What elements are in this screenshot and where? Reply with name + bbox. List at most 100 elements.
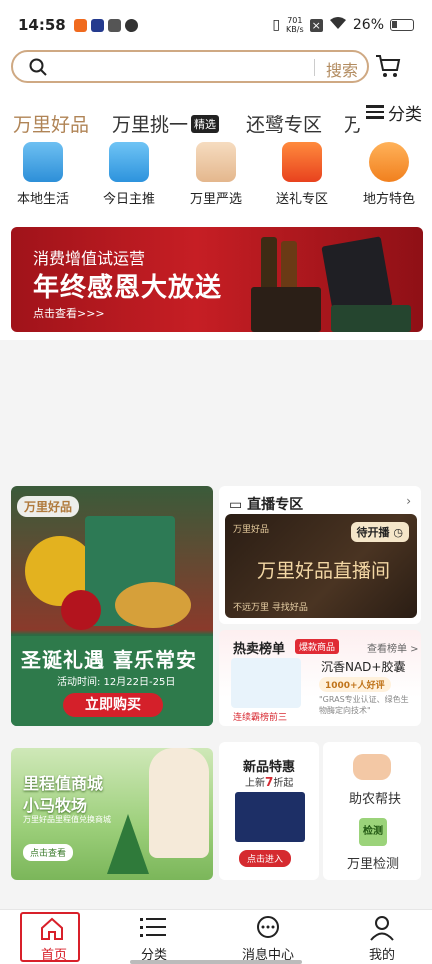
banner-link: 点击查看>>> bbox=[33, 307, 105, 320]
buy-now-button[interactable]: 立即购买 bbox=[63, 693, 163, 717]
category-local-life[interactable]: 本地生活 bbox=[0, 140, 86, 207]
tab-hailu-zone[interactable]: 还鹭专区 bbox=[246, 110, 322, 137]
new-products-title: 新品特惠 bbox=[243, 760, 296, 775]
live-preview[interactable]: 万里好品 待开播 ◷ 万里好品直播间 不远万里 寻找好品 bbox=[225, 514, 417, 618]
apple-image bbox=[61, 590, 101, 630]
hot-tag: 爆款商品 bbox=[295, 639, 340, 654]
product-image bbox=[235, 792, 305, 842]
chat-icon bbox=[257, 916, 279, 938]
nav-profile[interactable]: 我的 bbox=[328, 910, 432, 964]
nav-category[interactable]: 分类 bbox=[100, 910, 208, 964]
live-icon: ▭ bbox=[229, 497, 248, 513]
category-button-label: 分类 bbox=[388, 104, 422, 125]
activity-time: 活动时间: 12月22日-25日 bbox=[57, 677, 176, 688]
christmas-tree-image bbox=[107, 814, 149, 874]
menu-icon bbox=[366, 102, 384, 122]
gift-icon bbox=[282, 142, 322, 182]
category-label: 今日主推 bbox=[102, 192, 155, 207]
app-notification-icon bbox=[124, 18, 138, 32]
live-zone-card[interactable]: ▭ 直播专区 › 万里好品 待开播 ◷ 万里好品直播间 不远万里 寻找好品 bbox=[219, 486, 421, 624]
category-label: 送礼专区 bbox=[275, 192, 328, 207]
help-farm-card[interactable]: 助农帮扶 检测 万里检测 bbox=[323, 742, 421, 880]
shop-icon bbox=[23, 142, 63, 182]
chevron-right-icon: › bbox=[406, 494, 411, 508]
user-icon bbox=[370, 916, 394, 941]
mall-desc: 万里好品里程值兑换商城 bbox=[23, 815, 111, 824]
app-notification-icon bbox=[90, 18, 104, 32]
live-brand: 万里好品 bbox=[233, 525, 270, 535]
search-icon bbox=[29, 58, 47, 81]
live-zone-header: ▭ 直播专区 bbox=[229, 494, 303, 514]
enter-button[interactable]: 点击进入 bbox=[239, 850, 292, 867]
view-mall-button[interactable]: 点击查看 bbox=[23, 844, 74, 861]
sim-off-icon: × bbox=[309, 18, 323, 32]
mileage-mall-card[interactable]: 里程值商城 小马牧场 万里好品里程值兑换商城 点击查看 bbox=[11, 748, 213, 880]
search-input[interactable] bbox=[57, 57, 307, 77]
cart-icon[interactable] bbox=[374, 52, 402, 80]
cookie-plate-image bbox=[115, 582, 191, 628]
live-slogan: 不远万里 寻找好品 bbox=[233, 603, 308, 613]
app-notification-icon bbox=[107, 18, 121, 32]
category-local-specialty[interactable]: 地方特色 bbox=[346, 140, 432, 207]
category-label: 本地生活 bbox=[16, 192, 69, 207]
product-image bbox=[231, 658, 301, 708]
category-gift-zone[interactable]: 送礼专区 bbox=[259, 140, 345, 207]
product-image bbox=[251, 287, 321, 332]
category-strict-select[interactable]: 万里严选 bbox=[173, 140, 259, 207]
gesture-bar[interactable] bbox=[130, 960, 302, 964]
tab-wanlitiaoyi[interactable]: 万里挑一 精选 bbox=[112, 110, 220, 137]
help-farm-label[interactable]: 助农帮扶 bbox=[349, 788, 401, 807]
gift-bag-image bbox=[331, 305, 411, 332]
search-box[interactable]: 搜索 bbox=[11, 50, 369, 83]
app-notification-icon bbox=[73, 18, 87, 32]
new-products-card[interactable]: 新品特惠 上新7折起 点击进入 bbox=[219, 742, 319, 880]
tab-label: 还鹭专区 bbox=[246, 114, 323, 136]
new-products-discount: 上新7折起 bbox=[245, 774, 293, 789]
review-badge: 1000+人好评 bbox=[319, 677, 391, 692]
clock-icon: ◷ bbox=[393, 526, 403, 539]
search-divider bbox=[314, 59, 315, 76]
pending-live-badge: 待开播 ◷ bbox=[350, 522, 409, 542]
hot-ranking-title: 热卖榜单 bbox=[233, 642, 286, 657]
category-label: 地方特色 bbox=[362, 192, 415, 207]
battery-icon bbox=[390, 19, 414, 31]
live-room-title: 万里好品直播间 bbox=[257, 560, 391, 582]
view-ranking-link[interactable]: 查看榜单 > bbox=[367, 640, 419, 655]
calendar-like-icon bbox=[109, 142, 149, 182]
active-nav-highlight bbox=[20, 912, 80, 962]
hot-ranking-card[interactable]: 热卖榜单 爆款商品 查看榜单 > 连续霸榜前三 沉香NAD+胶囊 1000+人好… bbox=[219, 630, 421, 726]
status-time: 14:58 bbox=[18, 16, 66, 34]
product-quote: "GRAS专业认证、绿色生物酶定向技术" bbox=[319, 695, 409, 715]
inspection-label[interactable]: 万里检测 bbox=[347, 853, 399, 872]
category-button[interactable]: 分类 bbox=[356, 96, 432, 128]
christmas-promo-card[interactable]: 万里好品 圣诞礼遇 喜乐常安 活动时间: 12月22日-25日 立即购买 bbox=[11, 486, 213, 726]
category-label: 万里严选 bbox=[189, 192, 242, 207]
status-bar: 14:58 ▯ 701 KB/s × 26% bbox=[0, 0, 432, 50]
net-speed: 701 KB/s bbox=[286, 16, 304, 34]
handshake-icon bbox=[353, 754, 391, 780]
list-icon bbox=[140, 918, 166, 937]
nav-label: 我的 bbox=[368, 948, 395, 963]
search-button[interactable]: 搜索 bbox=[326, 57, 358, 81]
tab-label: 万里好品 bbox=[13, 114, 90, 136]
pony-mascot-image bbox=[149, 748, 209, 858]
banner-title: 年终感恩大放送 bbox=[33, 273, 223, 303]
promo-banner[interactable]: 消费增值试运营 年终感恩大放送 点击查看>>> bbox=[11, 227, 423, 332]
discount-suffix: 折起 bbox=[273, 778, 294, 789]
rank-badge: 连续霸榜前三 bbox=[233, 713, 288, 723]
battery-percent: 26% bbox=[352, 17, 384, 33]
category-today-recommend[interactable]: 今日主推 bbox=[86, 140, 172, 207]
net-speed-unit: KB/s bbox=[286, 25, 304, 34]
mall-title: 里程值商城 bbox=[23, 774, 104, 793]
discount-prefix: 上新 bbox=[245, 778, 265, 789]
gift-bag-image bbox=[321, 236, 393, 316]
featured-tag: 精选 bbox=[191, 115, 220, 133]
christmas-footer: 圣诞礼遇 喜乐常安 活动时间: 12月22日-25日 立即购买 bbox=[11, 636, 213, 726]
nav-messages[interactable]: 消息中心 bbox=[214, 910, 322, 964]
tab-wanlihaopin[interactable]: 万里好品 bbox=[13, 110, 89, 137]
banner-subtitle: 消费增值试运营 bbox=[33, 249, 146, 268]
christmas-title: 圣诞礼遇 喜乐常安 bbox=[21, 648, 197, 672]
mall-subtitle: 小马牧场 bbox=[23, 796, 88, 815]
brand-logo: 万里好品 bbox=[17, 496, 80, 517]
tab-label: 万里挑一 bbox=[112, 114, 189, 136]
